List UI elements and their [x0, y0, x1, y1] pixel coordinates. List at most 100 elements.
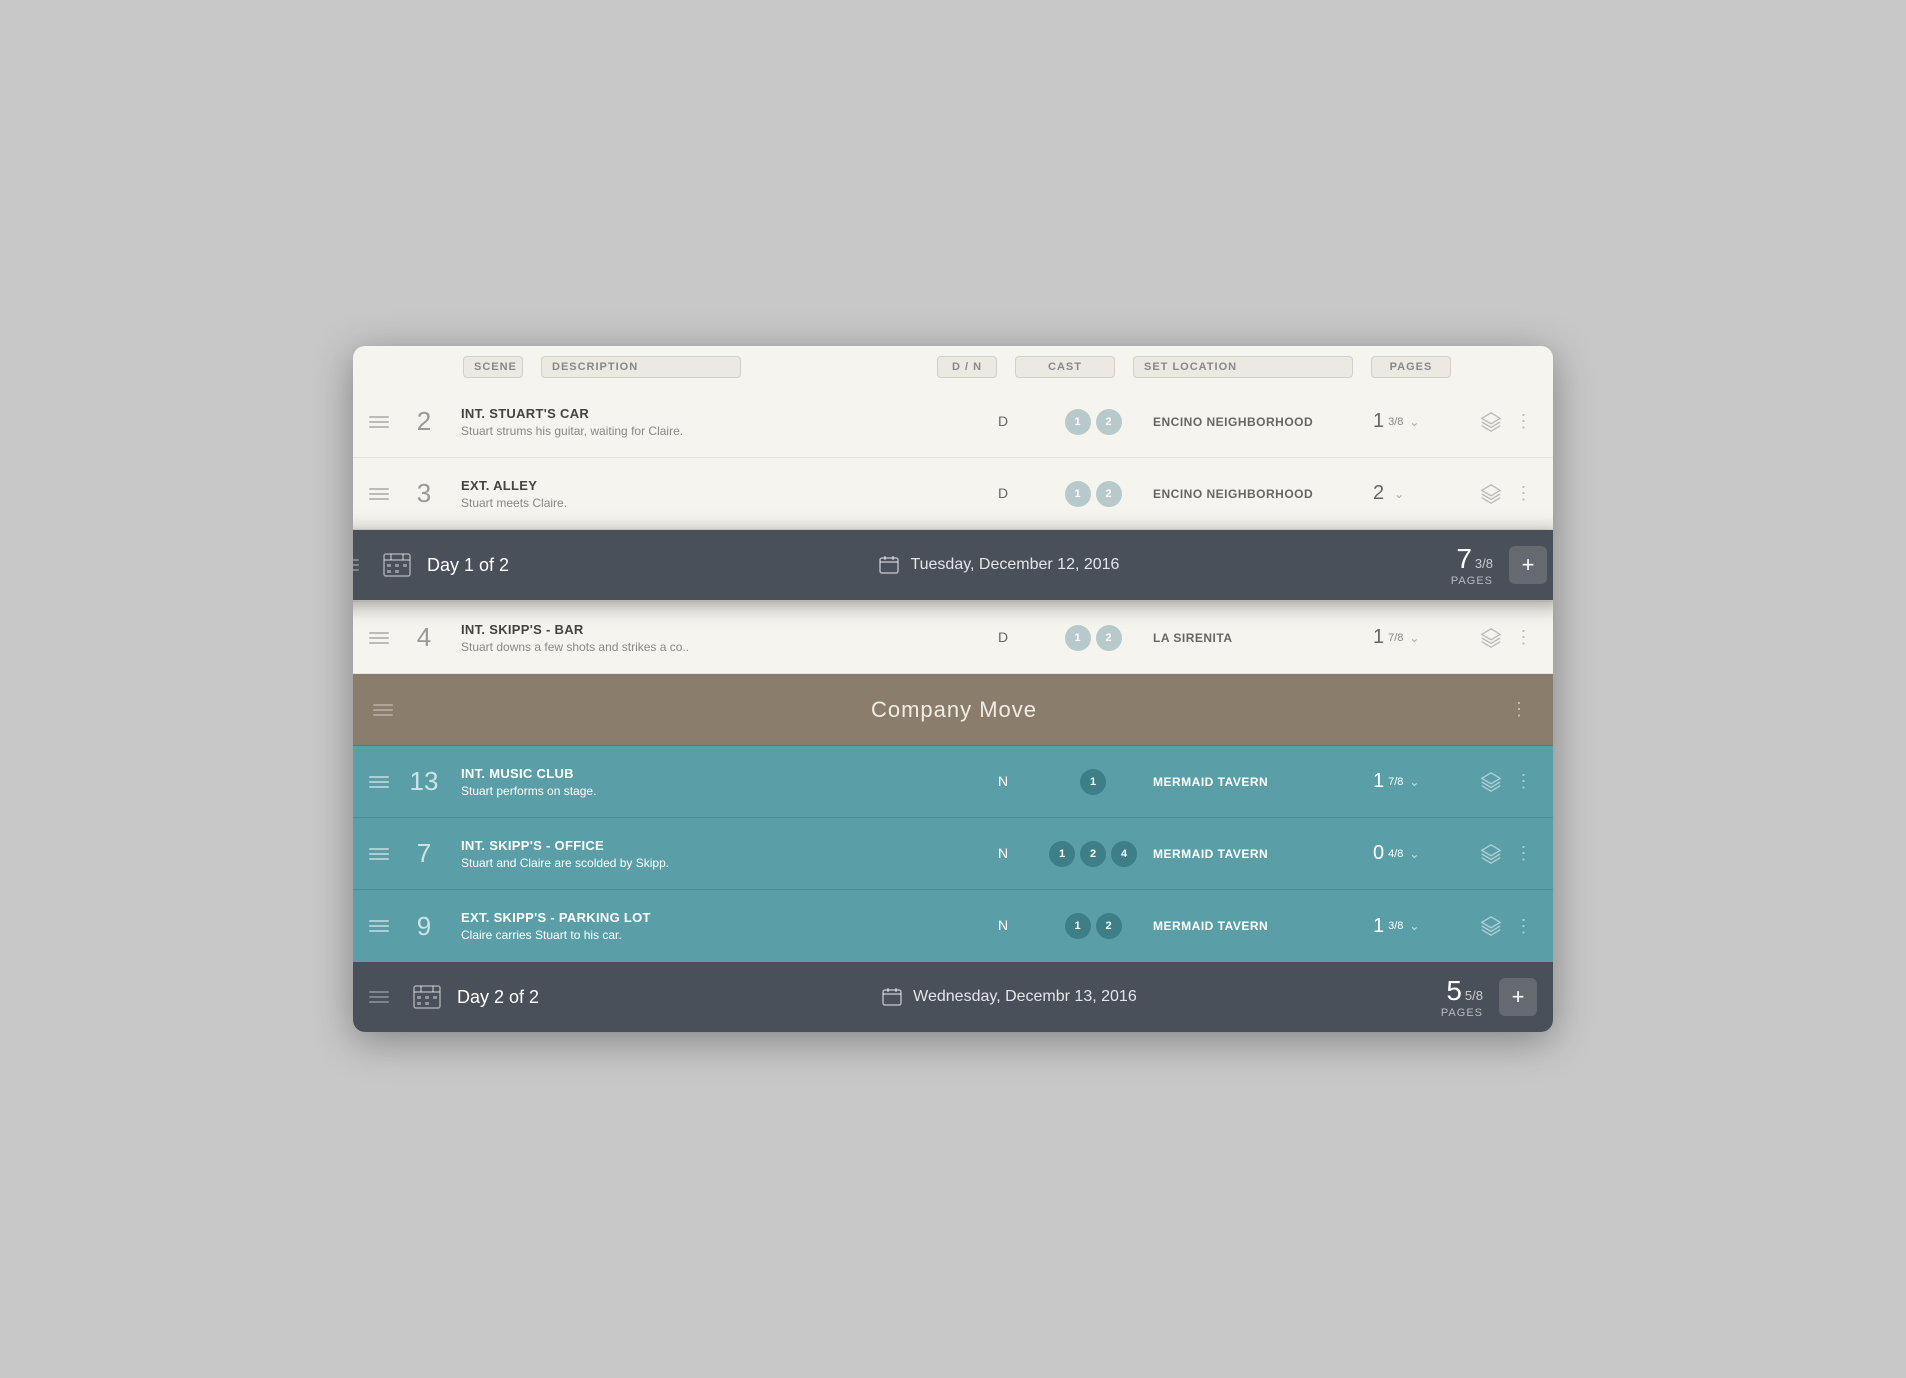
day2-date-section: Wednesday, Decembr 13, 2016: [577, 986, 1441, 1008]
drag-handle[interactable]: [369, 848, 399, 860]
col-header-description: DESCRIPTION: [541, 356, 741, 378]
layers-icon: [1480, 411, 1502, 433]
day1-date: Tuesday, December 12, 2016: [910, 556, 1119, 574]
more-icon[interactable]: ⋮: [1515, 411, 1532, 432]
dm-cell: D: [973, 413, 1033, 431]
scene-info: INT. SKIPP'S - BAR Stuart downs a few sh…: [449, 622, 973, 654]
cast-bubble: 2: [1096, 625, 1122, 651]
pages-number: 2: [1373, 482, 1384, 505]
more-cell[interactable]: ⋮: [1509, 483, 1537, 504]
cast-bubble: 2: [1096, 481, 1122, 507]
main-container: SCENE DESCRIPTION D / N CAST SET LOCATIO…: [353, 346, 1553, 1032]
calendar-icon: [878, 554, 900, 576]
chevron-down-icon[interactable]: ⌄: [1409, 415, 1419, 429]
dm-cell: D: [973, 629, 1033, 647]
layers-icon: [1480, 627, 1502, 649]
cal-icon-svg2: [882, 987, 902, 1007]
pages-number: 1: [1373, 410, 1384, 433]
layers-icon: [1480, 915, 1502, 937]
scene-description: Stuart meets Claire.: [461, 496, 961, 510]
chevron-down-icon[interactable]: ⌄: [1409, 919, 1419, 933]
location-cell: MERMAID TAVERN: [1153, 845, 1373, 863]
layers-icon: [1480, 771, 1502, 793]
location-value: LA SIRENITA: [1153, 631, 1233, 645]
chevron-down-icon[interactable]: ⌄: [1394, 487, 1404, 501]
more-icon[interactable]: ⋮: [1515, 771, 1532, 792]
pages-cell: 1 3/8 ⌄: [1373, 410, 1473, 433]
drag-handle[interactable]: [369, 416, 399, 428]
drag-handle[interactable]: [369, 632, 399, 644]
col-header-dm: D / N: [937, 356, 997, 378]
company-move-drag[interactable]: [373, 704, 403, 716]
location-value: MERMAID TAVERN: [1153, 775, 1268, 789]
day2-drag-handle[interactable]: [369, 991, 399, 1003]
day1-pages-big: 7: [1456, 543, 1472, 575]
day2-add-button[interactable]: +: [1499, 978, 1537, 1016]
day-drag-handle[interactable]: [353, 559, 369, 571]
table-row: 7 INT. SKIPP'S - OFFICE Stuart and Clair…: [353, 818, 1553, 890]
company-move-row: Company Move ⋮: [353, 674, 1553, 746]
cast-cell: 1 2: [1033, 913, 1153, 939]
drag-handle[interactable]: [369, 776, 399, 788]
more-icon[interactable]: ⋮: [1515, 916, 1532, 937]
layers-cell: [1473, 843, 1509, 865]
scene-number: 13: [399, 766, 449, 797]
more-icon[interactable]: ⋮: [1515, 483, 1532, 504]
location-cell: ENCINO NEIGHBORHOOD: [1153, 485, 1373, 503]
company-move-title: Company Move: [403, 697, 1505, 723]
more-cell[interactable]: ⋮: [1509, 916, 1537, 937]
drag-handle[interactable]: [369, 488, 399, 500]
pages-fraction: 3/8: [1388, 920, 1403, 932]
more-cell[interactable]: ⋮: [1509, 843, 1537, 864]
cast-bubble: 1: [1065, 481, 1091, 507]
col-header-scene: SCENE: [463, 356, 523, 378]
table-row: 9 EXT. SKIPP'S - PARKING LOT Claire carr…: [353, 890, 1553, 962]
company-move-more[interactable]: ⋮: [1505, 699, 1533, 720]
day2-header: Day 2 of 2 Wednesday, Decembr 13, 2016 5…: [353, 962, 1553, 1032]
scene-number: 7: [399, 838, 449, 869]
table-row: 2 INT. STUART'S CAR Stuart strums his gu…: [353, 386, 1553, 458]
dm-value: N: [998, 845, 1008, 861]
scene-info: INT. SKIPP'S - OFFICE Stuart and Claire …: [449, 838, 973, 870]
chevron-down-icon[interactable]: ⌄: [1409, 631, 1419, 645]
more-cell[interactable]: ⋮: [1509, 411, 1537, 432]
table-row: 4 INT. SKIPP'S - BAR Stuart downs a few …: [353, 602, 1553, 674]
scene-info: EXT. ALLEY Stuart meets Claire.: [449, 478, 973, 510]
location-cell: MERMAID TAVERN: [1153, 773, 1373, 791]
location-value: ENCINO NEIGHBORHOOD: [1153, 415, 1313, 429]
day1-pages-frac: 3/8: [1475, 556, 1493, 571]
location-value: MERMAID TAVERN: [1153, 919, 1268, 933]
cast-bubble: 1: [1065, 913, 1091, 939]
more-icon[interactable]: ⋮: [1515, 843, 1532, 864]
cast-cell: 1: [1033, 769, 1153, 795]
layers-cell: [1473, 411, 1509, 433]
scene-title: INT. MUSIC CLUB: [461, 766, 961, 781]
chevron-down-icon[interactable]: ⌄: [1409, 847, 1419, 861]
dm-value: D: [998, 629, 1008, 645]
cal-grid-svg2: [412, 982, 442, 1012]
dm-value: D: [998, 485, 1008, 501]
day2-pages-num: 5 5/8: [1446, 975, 1483, 1007]
scene-number: 9: [399, 911, 449, 942]
calendar-icon2: [881, 986, 903, 1008]
more-cell[interactable]: ⋮: [1509, 627, 1537, 648]
day1-label: Day 1 of 2: [427, 555, 547, 576]
scene-title: INT. SKIPP'S - BAR: [461, 622, 961, 637]
col-header-pages: PAGES: [1371, 356, 1451, 378]
day1-pages: 7 3/8 Pages: [1451, 543, 1493, 587]
drag-handle[interactable]: [369, 920, 399, 932]
chevron-down-icon[interactable]: ⌄: [1409, 775, 1419, 789]
cast-bubble: 1: [1080, 769, 1106, 795]
cast-bubble: 1: [1065, 625, 1091, 651]
more-cell[interactable]: ⋮: [1509, 771, 1537, 792]
day1-add-button[interactable]: +: [1509, 546, 1547, 584]
day2-pages-label: Pages: [1441, 1007, 1483, 1019]
scene-info: INT. STUART'S CAR Stuart strums his guit…: [449, 406, 973, 438]
column-headers-row: SCENE DESCRIPTION D / N CAST SET LOCATIO…: [353, 346, 1553, 386]
layers-cell: [1473, 915, 1509, 937]
pages-number: 0: [1373, 842, 1384, 865]
scene-title: EXT. ALLEY: [461, 478, 961, 493]
more-icon[interactable]: ⋮: [1515, 627, 1532, 648]
day2-pages-frac: 5/8: [1465, 988, 1483, 1003]
pages-cell: 0 4/8 ⌄: [1373, 842, 1473, 865]
